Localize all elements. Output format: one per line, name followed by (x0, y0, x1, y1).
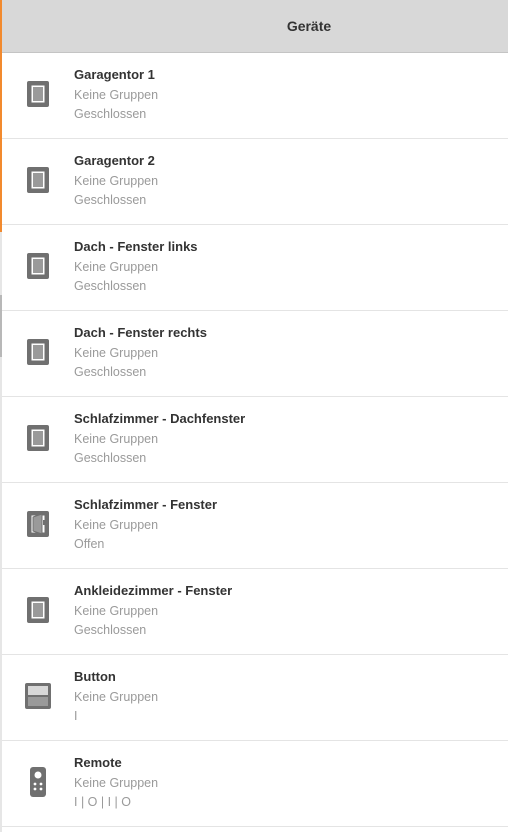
device-state: Geschlossen (74, 279, 147, 293)
device-item-garagentor-1[interactable]: Garagentor 1 Keine Gruppen Geschlossen (2, 53, 508, 139)
device-groups: Keine Gruppen (74, 88, 159, 102)
device-state: Geschlossen (74, 623, 147, 637)
device-groups: Keine Gruppen (74, 690, 159, 704)
device-item-ankleidezimmer-fenster[interactable]: Ankleidezimmer - Fenster Keine Gruppen G… (2, 569, 508, 655)
button-switch-icon (22, 680, 54, 712)
window-closed-icon (22, 78, 54, 110)
device-name: Schlafzimmer - Fenster (74, 497, 218, 512)
header-bar: Geräte (0, 0, 508, 53)
page-title: Geräte (286, 18, 332, 34)
active-nav-indicator (0, 0, 2, 232)
window-open-icon (22, 508, 54, 540)
device-item-schlafzimmer-fenster[interactable]: Schlafzimmer - Fenster Keine Gruppen Off… (2, 483, 508, 569)
device-state: I (74, 709, 78, 723)
window-closed-icon (22, 164, 54, 196)
device-groups: Keine Gruppen (74, 604, 159, 618)
device-state: Geschlossen (74, 193, 147, 207)
scrollbar-thumb[interactable] (0, 295, 2, 357)
window-closed-icon (22, 594, 54, 626)
device-groups: Keine Gruppen (74, 518, 159, 532)
device-state: I | O | I | O (74, 795, 131, 809)
remote-control-icon (22, 766, 54, 798)
device-groups: Keine Gruppen (74, 260, 159, 274)
device-name: Schlafzimmer - Dachfenster (74, 411, 246, 426)
window-closed-icon (22, 250, 54, 282)
device-name: Garagentor 2 (74, 153, 155, 168)
device-name: Dach - Fenster links (74, 239, 198, 254)
device-groups: Keine Gruppen (74, 346, 159, 360)
device-groups: Keine Gruppen (74, 174, 159, 188)
device-item-button[interactable]: Button Keine Gruppen I (2, 655, 508, 741)
window-closed-icon (22, 422, 54, 454)
device-item-schlafzimmer-dachfenster[interactable]: Schlafzimmer - Dachfenster Keine Gruppen… (2, 397, 508, 483)
device-item-remote[interactable]: Remote Keine Gruppen I | O | I | O (2, 741, 508, 827)
device-groups: Keine Gruppen (74, 432, 159, 446)
device-list: Garagentor 1 Keine Gruppen Geschlossen G… (2, 53, 508, 827)
device-item-garagentor-2[interactable]: Garagentor 2 Keine Gruppen Geschlossen (2, 139, 508, 225)
device-groups: Keine Gruppen (74, 776, 159, 790)
device-name: Garagentor 1 (74, 67, 155, 82)
device-item-dach-fenster-rechts[interactable]: Dach - Fenster rechts Keine Gruppen Gesc… (2, 311, 508, 397)
device-name: Remote (74, 755, 122, 770)
devices-page: Geräte Garagentor 1 Keine Gruppen Geschl… (0, 0, 508, 832)
device-state: Geschlossen (74, 365, 147, 379)
device-name: Dach - Fenster rechts (74, 325, 207, 340)
device-item-dach-fenster-links[interactable]: Dach - Fenster links Keine Gruppen Gesch… (2, 225, 508, 311)
window-closed-icon (22, 336, 54, 368)
device-state: Geschlossen (74, 451, 147, 465)
device-state: Offen (74, 537, 105, 551)
device-name: Button (74, 669, 116, 684)
device-state: Geschlossen (74, 107, 147, 121)
device-name: Ankleidezimmer - Fenster (74, 583, 233, 598)
